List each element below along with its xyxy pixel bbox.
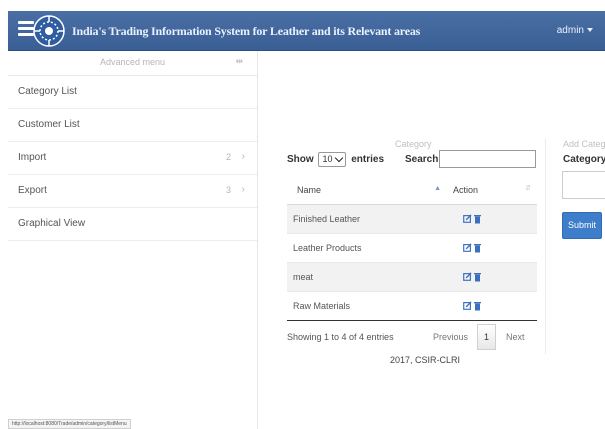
- caret-down-icon: [587, 28, 593, 33]
- table-header-row: Name ▲ Action ⇵: [287, 176, 537, 205]
- sidebar-item-label: Import: [18, 152, 47, 163]
- sidebar-header: Advanced menu ⇹: [8, 51, 257, 76]
- chevron-right-icon: ›: [241, 151, 245, 162]
- sort-icon: ⇵: [525, 185, 531, 192]
- sidebar-item-export[interactable]: Export 3 ›: [8, 175, 257, 208]
- previous-page-button[interactable]: Previous: [433, 332, 468, 342]
- page-length-select[interactable]: 10: [318, 152, 347, 167]
- table-info: Showing 1 to 4 of 4 entries: [287, 332, 394, 342]
- search-label: Search:: [405, 154, 442, 165]
- row-actions: [447, 262, 537, 292]
- edit-icon[interactable]: [463, 301, 472, 311]
- category-table: Name ▲ Action ⇵ Finished Leather Leather…: [287, 176, 537, 321]
- page-length-value: 10: [322, 154, 333, 164]
- category-input[interactable]: [562, 171, 605, 199]
- table-row: Leather Products: [287, 233, 537, 263]
- trash-icon[interactable]: [474, 301, 481, 311]
- sidebar-item-customer-list[interactable]: Customer List: [8, 109, 257, 142]
- sidebar-item-import[interactable]: Import 2 ›: [8, 142, 257, 175]
- trash-icon[interactable]: [474, 214, 481, 224]
- chevron-right-icon: ›: [241, 184, 245, 195]
- top-navbar: India's Trading Information System for L…: [8, 11, 605, 51]
- sidebar-item-label: Customer List: [18, 119, 80, 130]
- sidebar-item-count: 3: [225, 185, 231, 195]
- next-page-button[interactable]: Next: [506, 332, 525, 342]
- user-menu[interactable]: admin: [557, 25, 593, 36]
- sidebar-item-label: Category List: [18, 86, 77, 97]
- row-actions: [447, 204, 537, 234]
- category-name: meat: [287, 262, 447, 292]
- table-row: Finished Leather: [287, 204, 537, 234]
- user-name: admin: [556, 25, 584, 36]
- entries-label: entries: [351, 154, 385, 166]
- submit-button[interactable]: Submit: [562, 212, 602, 239]
- pagination: Previous 1 Next: [433, 324, 525, 350]
- panel-divider: [545, 139, 546, 354]
- status-bar-url: http://localhost:8080/Trade/admin/catego…: [8, 419, 131, 429]
- column-header-action[interactable]: Action ⇵: [447, 176, 537, 205]
- chevron-down-icon: [335, 153, 344, 163]
- trash-icon[interactable]: [474, 272, 481, 282]
- row-actions: [447, 291, 537, 321]
- category-name: Leather Products: [287, 233, 447, 263]
- trash-icon[interactable]: [474, 243, 481, 253]
- sidebar-title: Advanced menu: [99, 57, 166, 67]
- sidebar-toggle-icon[interactable]: ⇹: [235, 56, 243, 67]
- edit-icon[interactable]: [463, 272, 472, 282]
- app-title: India's Trading Information System for L…: [72, 24, 421, 38]
- page-length-control: Show 10 entries: [287, 152, 384, 167]
- sidebar-item-label: Graphical View: [18, 218, 86, 229]
- show-label: Show: [287, 154, 314, 166]
- sidebar-item-label: Export: [18, 185, 47, 196]
- sidebar-item-count: 2: [225, 152, 231, 162]
- category-name: Raw Materials: [287, 291, 447, 321]
- edit-icon[interactable]: [463, 243, 472, 253]
- sidebar-item-graphical-view[interactable]: Graphical View: [8, 208, 257, 241]
- sort-ascending-icon: ▲: [434, 185, 441, 192]
- category-panel-title: Category: [395, 139, 432, 149]
- sidebar: Advanced menu ⇹ Category List Customer L…: [8, 51, 258, 429]
- add-category-title: Add Category: [563, 139, 605, 149]
- category-name: Finished Leather: [287, 204, 447, 234]
- page-1-button[interactable]: 1: [477, 324, 497, 350]
- category-field-label: Category*: [563, 154, 605, 165]
- table-row: meat: [287, 262, 537, 292]
- edit-icon[interactable]: [463, 214, 472, 224]
- logo-icon: [33, 15, 65, 47]
- table-row: Raw Materials: [287, 291, 537, 321]
- sidebar-item-category-list[interactable]: Category List: [8, 76, 257, 109]
- footer-copyright: 2017, CSIR-CLRI: [390, 355, 461, 365]
- row-actions: [447, 233, 537, 263]
- search-input[interactable]: [439, 150, 536, 168]
- column-header-name[interactable]: Name ▲: [287, 176, 447, 205]
